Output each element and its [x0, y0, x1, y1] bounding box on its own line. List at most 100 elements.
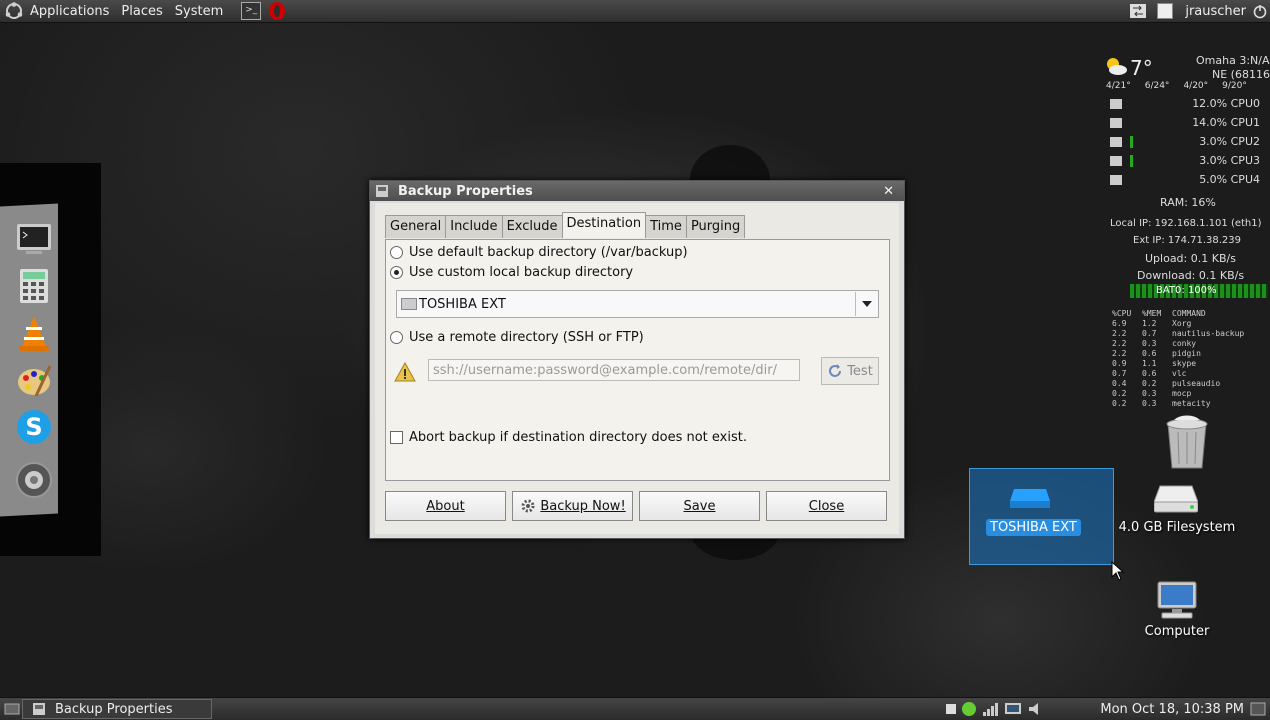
directory-combo-box[interactable]: TOSHIBA EXT [396, 290, 879, 318]
tab-time[interactable]: Time [645, 215, 687, 238]
process-mem: 0.3 [1142, 389, 1157, 398]
cpu-label: 14.0% CPU1 [1192, 116, 1260, 129]
process-header-cell: %CPU [1112, 309, 1132, 318]
cpu-row: 3.0% CPU3 [1110, 154, 1260, 167]
abort-option[interactable]: Abort backup if destination directory do… [390, 430, 747, 445]
partly-cloudy-icon [1107, 58, 1127, 75]
pidgin-icon[interactable] [962, 702, 977, 716]
opera-launcher-icon[interactable] [269, 2, 286, 20]
backup-app-icon [376, 185, 388, 197]
power-icon[interactable] [1252, 3, 1268, 19]
cpu-label: 5.0% CPU4 [1199, 173, 1260, 186]
wireless-signal-icon[interactable] [982, 702, 999, 716]
terminal-launcher-icon[interactable]: >_ [241, 2, 262, 20]
cpu-icon [1110, 155, 1122, 166]
gear-icon [521, 499, 535, 513]
process-cpu: 0.4 [1112, 379, 1127, 388]
process-command: mocp [1172, 389, 1192, 398]
backup-now-label: Backup Now! [540, 498, 626, 514]
computer-label[interactable]: Computer [1138, 624, 1216, 639]
cpu-label: 3.0% CPU2 [1199, 135, 1260, 148]
taskbar-label: Backup Properties [55, 701, 173, 717]
ram-usage: RAM: 16% [1160, 196, 1216, 209]
forecast-day: 9/20° [1222, 81, 1247, 91]
close-button[interactable]: Close [766, 491, 887, 521]
music-player-icon[interactable] [14, 460, 54, 500]
process-row: 6.9 1.2 Xorg [1112, 319, 1191, 328]
weather-wind: NE (68116 [1212, 68, 1270, 81]
default-directory-radio[interactable] [390, 246, 403, 259]
backup-now-button[interactable]: Backup Now! [512, 491, 633, 521]
about-label: About [426, 498, 465, 514]
network-icon[interactable] [1004, 702, 1022, 716]
process-cpu: 0.7 [1112, 369, 1127, 378]
upload-rate: Upload: 0.1 KB/s [1145, 252, 1236, 265]
abort-checkbox[interactable] [390, 431, 403, 444]
default-directory-option[interactable]: Use default backup directory (/var/backu… [390, 245, 688, 260]
remote-directory-radio[interactable] [390, 331, 403, 344]
places-menu[interactable]: Places [115, 4, 168, 19]
about-button[interactable]: About [385, 491, 506, 521]
tab-purging[interactable]: Purging [685, 215, 746, 238]
process-command: pulseaudio [1172, 379, 1221, 388]
process-row: 0.4 0.2 pulseaudio [1112, 379, 1220, 388]
mouse-cursor-icon [1111, 561, 1125, 581]
save-label: Save [683, 498, 716, 514]
destination-panel: Use default backup directory (/var/backu… [385, 239, 890, 481]
process-row: 0.2 0.3 mocp [1112, 389, 1191, 398]
dialog-titlebar[interactable]: Backup Properties ✕ [370, 181, 904, 201]
tab-general[interactable]: General [385, 215, 447, 238]
filesystem-label[interactable]: 4.0 GB Filesystem [1118, 520, 1236, 535]
process-command: Xorg [1172, 319, 1192, 328]
process-header-cell: %MEM [1142, 309, 1162, 318]
process-command: conky [1172, 339, 1197, 348]
filesystem-drive-icon[interactable] [1154, 482, 1198, 514]
process-command: pidgin [1172, 349, 1201, 358]
user-name[interactable]: jrauscher [1179, 4, 1252, 19]
tab-destination[interactable]: Destination [561, 212, 647, 238]
ubuntu-logo-icon[interactable] [4, 2, 24, 20]
system-menu[interactable]: System [169, 4, 229, 19]
applications-menu[interactable]: Applications [24, 4, 115, 19]
local-ip: Local IP: 192.168.1.101 (eth1) [1110, 218, 1262, 229]
tab-exclude[interactable]: Exclude [501, 215, 563, 238]
save-button[interactable]: Save [639, 491, 760, 521]
taskbar-backup-properties[interactable]: Backup Properties [22, 699, 212, 719]
process-mem: 0.6 [1142, 369, 1157, 378]
tab-include[interactable]: Include [445, 215, 503, 238]
weather-location: Omaha 3:N/A: [1196, 54, 1270, 67]
tab-bar: General Include Exclude Destination Time… [385, 212, 746, 238]
process-row: 0.9 1.1 skype [1112, 359, 1196, 368]
process-row: 0.7 0.6 vlc [1112, 369, 1186, 378]
clock[interactable]: Mon Oct 18, 10:38 PM [1100, 702, 1244, 717]
process-command: metacity [1172, 399, 1211, 408]
custom-directory-radio[interactable] [390, 266, 403, 279]
bottom-panel: Backup Properties Mon Oct 18, 10:38 PM [0, 697, 1270, 720]
vlc-icon[interactable] [14, 313, 54, 353]
process-mem: 0.7 [1142, 329, 1157, 338]
notification-icon[interactable] [946, 704, 957, 714]
terminal-icon[interactable] [14, 219, 54, 259]
process-header: %CPU %MEM COMMAND [1112, 309, 1206, 318]
chevron-down-icon[interactable] [855, 292, 878, 316]
paint-palette-icon[interactable] [14, 360, 54, 400]
process-row: 2.2 0.7 nautilus-backup [1112, 329, 1244, 338]
process-command: nautilus-backup [1172, 329, 1245, 338]
close-icon[interactable]: ✕ [883, 184, 894, 199]
show-desktop-icon[interactable] [4, 702, 20, 716]
network-switch-icon[interactable] [1129, 3, 1147, 19]
forecast-day: 4/21° [1106, 81, 1131, 91]
workspace-switcher-icon[interactable] [1250, 702, 1266, 716]
remote-url-input[interactable]: ssh://username:password@example.com/remo… [428, 359, 800, 381]
forecast-day: 4/20° [1183, 81, 1209, 91]
computer-icon[interactable] [1154, 580, 1200, 620]
test-button[interactable]: Test [821, 357, 879, 385]
skype-icon[interactable]: S [14, 407, 54, 447]
remote-directory-option[interactable]: Use a remote directory (SSH or FTP) [390, 330, 644, 345]
trash-icon[interactable] [1162, 414, 1212, 472]
custom-directory-option[interactable]: Use custom local backup directory [390, 265, 633, 280]
calculator-icon[interactable] [14, 266, 54, 306]
toshiba-ext-desktop-icon[interactable]: TOSHIBA EXT [969, 468, 1114, 565]
cpu-label: 12.0% CPU0 [1192, 97, 1260, 110]
volume-icon[interactable] [1028, 702, 1044, 716]
